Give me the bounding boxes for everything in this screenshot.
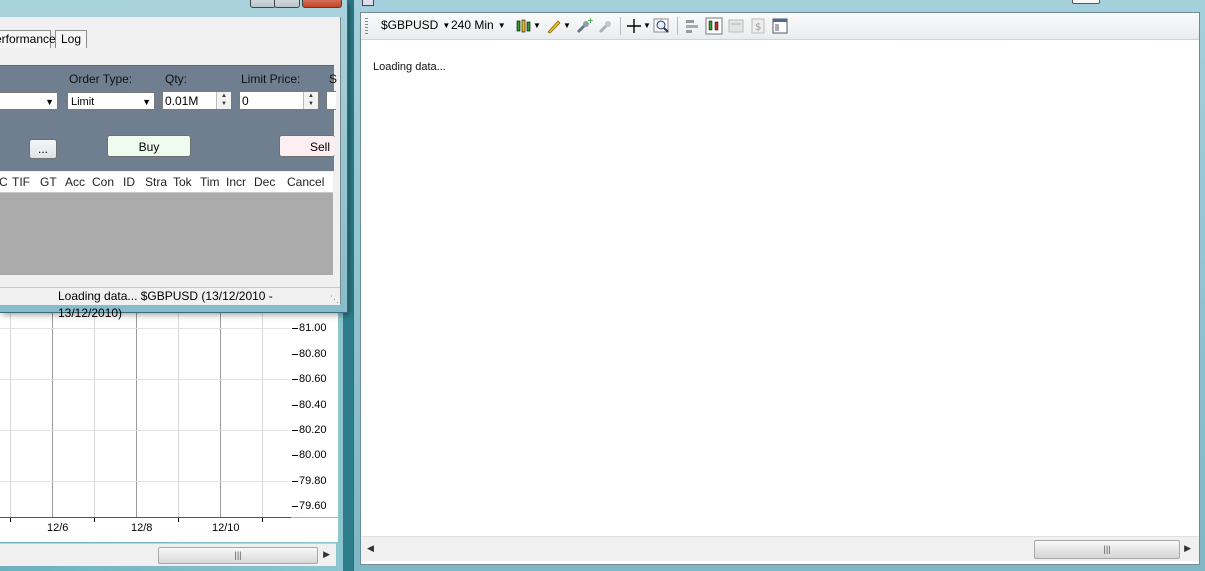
y-tick-label: 80.20 [292, 424, 327, 436]
window-app-icon [362, 0, 374, 6]
scroll-right-arrow-icon[interactable]: ▶ [1184, 543, 1191, 554]
interval-dropdown[interactable]: 240 Min ▼ [451, 18, 506, 32]
chevron-down-icon[interactable]: ▼ [533, 21, 541, 30]
tab-log[interactable]: Log [55, 30, 88, 48]
resize-grip-icon[interactable]: ⋱ [330, 291, 339, 308]
limit-price-stepper[interactable]: 0 ▲ ▼ [239, 91, 319, 110]
maximize-button[interactable] [274, 0, 300, 8]
y-tick-label: 80.00 [292, 449, 327, 461]
order-ticket-panel: Order Type: Qty: Limit Price: S ▼ Limit … [0, 65, 338, 171]
stop-price-stepper[interactable] [326, 91, 336, 110]
chart-hscrollbar[interactable]: ◀ ||| ▶ [361, 536, 1199, 561]
chart-toolbar: $GBPUSD ▼ 240 Min ▼ ▼ ▼ + ▼ $ [361, 13, 1199, 40]
background-chart-x-axis: 12/6 12/8 12/10 [0, 518, 338, 542]
orders-table-header: C TIF GT Acc Con ID Stra Tok Tim Incr De… [0, 172, 333, 193]
zoom-icon[interactable] [653, 17, 671, 35]
stepper-buttons[interactable]: ▲ ▼ [216, 92, 231, 109]
x-tick-label: 12/10 [212, 522, 240, 534]
chevron-down-icon[interactable]: ▼ [643, 21, 651, 30]
scroll-right-arrow-icon[interactable]: ▶ [323, 549, 330, 560]
chevron-down-icon: ▼ [142, 97, 151, 107]
order-type-select[interactable]: Limit ▼ [67, 92, 155, 110]
candlestick-icon[interactable] [515, 17, 533, 35]
chevron-down-icon[interactable]: ▼ [563, 21, 571, 30]
column-header[interactable]: Stra [145, 175, 167, 189]
column-header[interactable]: Tim [200, 175, 220, 189]
properties-icon[interactable] [771, 17, 789, 35]
column-header[interactable]: Acc [65, 175, 85, 189]
template-icon[interactable] [727, 17, 745, 35]
order-entry-window: erformance Log Order Type: Qty: Limit Pr… [0, 0, 348, 320]
scroll-thumb[interactable]: ||| [158, 547, 318, 564]
y-tick-label: 79.80 [292, 475, 327, 487]
x-tick-label: 12/6 [47, 522, 69, 534]
toolbar-grip[interactable] [365, 18, 368, 34]
align-icon[interactable] [683, 17, 701, 35]
column-header[interactable]: Cancel [287, 175, 324, 189]
column-header[interactable]: Incr [226, 175, 246, 189]
x-tick-label: 12/8 [131, 522, 153, 534]
order-type-label: Order Type: [69, 72, 133, 86]
status-text: Loading data... $GBPUSD (13/12/2010 - 13… [58, 289, 273, 320]
chart-window-client: $GBPUSD ▼ 240 Min ▼ ▼ ▼ + ▼ $ Loading da… [360, 12, 1200, 565]
stop-price-label: S [329, 72, 338, 86]
column-header[interactable]: C [0, 175, 8, 189]
column-header[interactable]: Dec [254, 175, 275, 189]
instrument-dropdown[interactable]: $GBPUSD ▼ [381, 18, 450, 32]
qty-stepper[interactable]: 0.01M ▲ ▼ [162, 91, 232, 110]
browse-button[interactable]: ... [29, 139, 57, 159]
add-indicator-icon[interactable]: + [575, 16, 594, 35]
limit-price-label: Limit Price: [241, 72, 301, 86]
background-chart-plot[interactable] [0, 305, 291, 518]
scroll-left-arrow-icon[interactable]: ◀ [367, 543, 374, 554]
background-chart-hscrollbar[interactable]: ||| ▶ [0, 543, 336, 566]
chart-style-icon[interactable] [705, 17, 723, 35]
chevron-down-icon: ▼ [45, 97, 54, 107]
main-chart-window: $GBPUSD ▼ 240 Min ▼ ▼ ▼ + ▼ $ Loading da… [353, 0, 1205, 571]
toolbar-separator [620, 17, 621, 35]
minimize-button[interactable] [250, 0, 276, 8]
svg-text:+: + [587, 17, 593, 25]
y-tick-label: 79.60 [292, 500, 327, 512]
maximize-button[interactable] [1072, 0, 1100, 4]
qty-label: Qty: [165, 72, 188, 86]
toolbar-separator [677, 17, 678, 35]
background-chart-y-axis: 81.00 80.80 80.60 80.40 80.20 80.00 79.8… [290, 305, 338, 517]
status-bar: Loading data... $GBPUSD (13/12/2010 - 13… [0, 287, 340, 320]
svg-text:$: $ [755, 22, 761, 33]
remove-indicator-icon[interactable] [597, 17, 615, 35]
dollar-icon[interactable]: $ [749, 17, 767, 35]
crosshair-icon[interactable] [625, 17, 643, 35]
column-header[interactable]: Con [92, 175, 114, 189]
scroll-thumb[interactable]: ||| [1034, 540, 1180, 559]
column-header[interactable]: Tok [173, 175, 192, 189]
buy-button[interactable]: Buy [107, 135, 191, 157]
loading-message: Loading data... [373, 61, 446, 73]
stepper-buttons[interactable]: ▲ ▼ [303, 92, 318, 109]
pencil-icon[interactable] [545, 17, 563, 35]
account-select[interactable]: ▼ [0, 92, 58, 110]
column-header[interactable]: TIF [12, 175, 30, 189]
column-header[interactable]: GT [40, 175, 57, 189]
y-tick-label: 80.60 [292, 373, 327, 385]
y-tick-label: 80.40 [292, 399, 327, 411]
tab-performance[interactable]: erformance [0, 30, 56, 48]
y-tick-label: 80.80 [292, 348, 327, 360]
orders-table-body[interactable] [0, 193, 333, 275]
y-tick-label: 81.00 [292, 322, 327, 334]
column-header[interactable]: ID [123, 175, 135, 189]
sell-button[interactable]: Sell [279, 135, 335, 157]
order-window-tabs: erformance Log [0, 27, 340, 48]
close-button[interactable] [302, 0, 342, 8]
